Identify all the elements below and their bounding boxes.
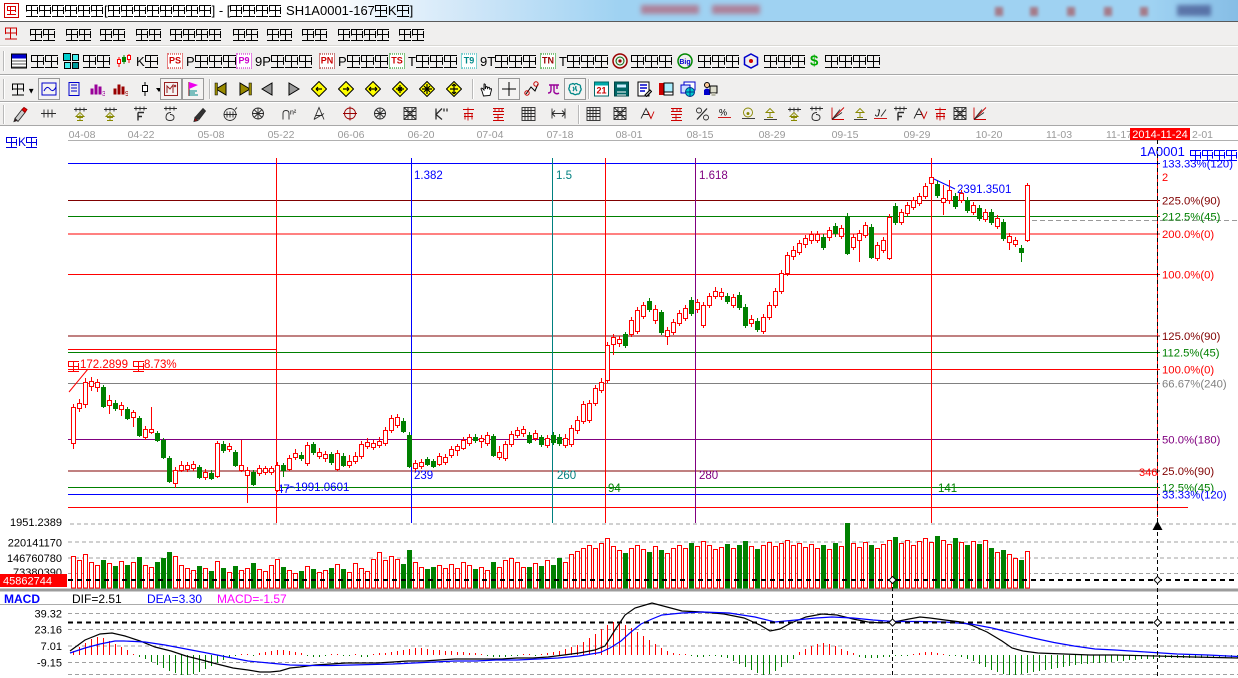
svg-text:1.5: 1.5 (556, 170, 572, 182)
svg-text:J: J (874, 109, 881, 120)
svg-text:39.32: 39.32 (34, 609, 62, 621)
svg-text:08-29: 08-29 (759, 129, 786, 141)
svg-text:1.618: 1.618 (699, 170, 728, 182)
svg-text:2-01: 2-01 (1192, 129, 1213, 141)
svg-text:220141170: 220141170 (8, 538, 62, 550)
svg-text:346: 346 (1139, 467, 1157, 479)
svg-text:66.67%(240): 66.67%(240) (1162, 379, 1227, 391)
svg-text:Big: Big (679, 59, 690, 66)
svg-text:2391.3501: 2391.3501 (957, 184, 1011, 196)
svg-text:08-01: 08-01 (616, 129, 643, 141)
svg-text:2014-11-24: 2014-11-24 (1132, 129, 1187, 141)
svg-text:1951.2389: 1951.2389 (10, 517, 62, 529)
svg-text:1991.0601: 1991.0601 (295, 482, 349, 494)
svg-text:-9.15: -9.15 (37, 658, 62, 670)
svg-text:05-08: 05-08 (198, 129, 225, 141)
svg-text:09-29: 09-29 (904, 129, 931, 141)
svg-text:07-04: 07-04 (477, 129, 504, 141)
svg-text:07-18: 07-18 (547, 129, 574, 141)
svg-text:DEA=3.30: DEA=3.30 (147, 592, 202, 606)
svg-text:225.0%(90): 225.0%(90) (1162, 196, 1221, 208)
svg-text:3: 3 (102, 91, 105, 97)
svg-text:212.5%(45): 212.5%(45) (1162, 212, 1221, 224)
svg-text:260: 260 (557, 470, 576, 482)
svg-text:141: 141 (938, 483, 957, 495)
svg-text:●: ● (746, 111, 750, 118)
svg-text:n²: n² (290, 110, 297, 117)
svg-text:DIF=2.51: DIF=2.51 (72, 592, 122, 606)
svg-text:11-03: 11-03 (1046, 129, 1072, 141)
svg-text:112.5%(45): 112.5%(45) (1162, 348, 1220, 360)
svg-text:MACD: MACD (4, 592, 40, 606)
svg-text:7.01: 7.01 (41, 641, 62, 653)
svg-text:08-15: 08-15 (687, 129, 714, 141)
svg-text:25.0%(90): 25.0%(90) (1162, 466, 1214, 478)
svg-text:2: 2 (1162, 172, 1168, 184)
svg-text:05-22: 05-22 (268, 129, 295, 141)
svg-text:33.33%(120): 33.33%(120) (1162, 490, 1227, 502)
svg-text:04-22: 04-22 (128, 129, 155, 141)
svg-text:280: 280 (699, 470, 718, 482)
svg-text:06-20: 06-20 (408, 129, 435, 141)
svg-text:MACD=-1.57: MACD=-1.57 (217, 592, 287, 606)
svg-text:23.16: 23.16 (34, 625, 62, 637)
svg-text:8.73%: 8.73% (144, 359, 177, 371)
svg-text:11-17: 11-17 (1106, 129, 1132, 141)
svg-text:94: 94 (608, 483, 621, 495)
svg-text:06-06: 06-06 (338, 129, 365, 141)
svg-text:100.0%(0): 100.0%(0) (1162, 365, 1214, 377)
svg-text:50.0%(180): 50.0%(180) (1162, 435, 1221, 447)
svg-text:10-20: 10-20 (976, 129, 1003, 141)
svg-text:9: 9 (125, 91, 128, 97)
svg-text:04-08: 04-08 (69, 129, 96, 141)
svg-text:125.0%(90): 125.0%(90) (1162, 331, 1221, 343)
svg-text:%: % (719, 108, 727, 118)
svg-text:200.0%(0): 200.0%(0) (1162, 229, 1214, 241)
svg-text:100.0%(0): 100.0%(0) (1162, 270, 1214, 282)
svg-text:09-15: 09-15 (832, 129, 859, 141)
svg-text:1A0001: 1A0001 (1140, 144, 1185, 159)
svg-text:1.382: 1.382 (414, 170, 443, 182)
svg-text:45862744: 45862744 (3, 576, 52, 588)
svg-text:146760780: 146760780 (7, 553, 62, 565)
svg-text:239: 239 (414, 470, 433, 482)
